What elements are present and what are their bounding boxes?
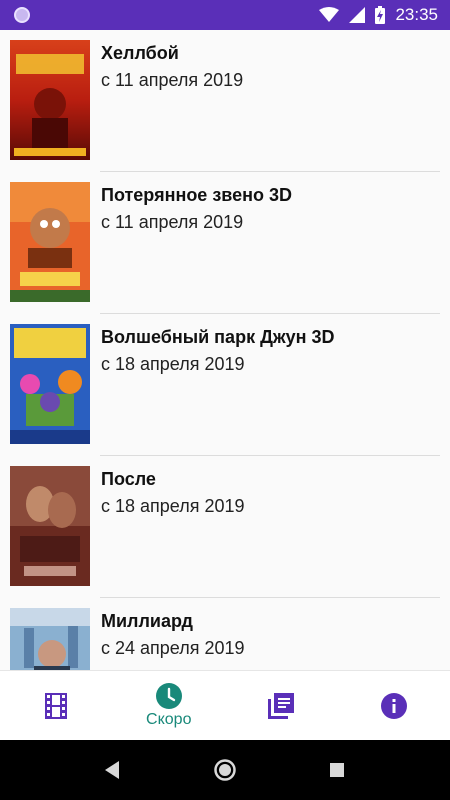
movie-item[interactable]: Хеллбой с 11 апреля 2019 xyxy=(0,30,450,172)
nav-item-info[interactable] xyxy=(338,671,450,740)
film-icon xyxy=(45,692,68,719)
movie-title: Миллиард xyxy=(101,611,193,631)
bottom-navigation: Скоро xyxy=(0,670,450,740)
movie-title: После xyxy=(101,469,156,489)
nav-item-news[interactable] xyxy=(225,671,338,740)
movie-item[interactable]: Волшебный парк Джун 3D с 18 апреля 2019 xyxy=(0,314,450,456)
movie-release-date: с 24 апреля 2019 xyxy=(101,638,245,658)
nav-item-films[interactable] xyxy=(0,671,113,740)
movie-poster xyxy=(10,608,90,670)
movie-poster xyxy=(10,40,90,160)
battery-charging-icon xyxy=(375,6,386,24)
movie-release-date: с 11 апреля 2019 xyxy=(101,212,244,232)
wifi-icon xyxy=(319,7,340,23)
recents-icon xyxy=(329,762,345,778)
home-button[interactable] xyxy=(195,740,255,800)
status-bar: 23:35 xyxy=(0,0,450,30)
movie-title: Потерянное звено 3D xyxy=(101,185,292,205)
movie-release-date: с 11 апреля 2019 xyxy=(101,70,244,90)
movie-poster xyxy=(10,324,90,444)
movie-release-date: с 18 апреля 2019 xyxy=(101,354,245,374)
movie-title: Волшебный парк Джун 3D xyxy=(101,327,335,347)
back-button[interactable] xyxy=(82,740,142,800)
movie-release-date: с 18 апреля 2019 xyxy=(101,496,245,516)
movie-title: Хеллбой xyxy=(101,43,179,63)
app-notification-icon xyxy=(14,7,30,23)
movie-item[interactable]: Потерянное звено 3D с 11 апреля 2019 xyxy=(0,172,450,314)
movie-list[interactable]: Хеллбой с 11 апреля 2019 Потерянное звен… xyxy=(0,30,450,670)
movie-poster xyxy=(10,182,90,302)
library-icon xyxy=(268,692,295,719)
movie-poster xyxy=(10,466,90,586)
info-icon xyxy=(380,692,407,719)
system-navigation-bar xyxy=(0,740,450,800)
recents-button[interactable] xyxy=(307,740,367,800)
nav-label-soon: Скоро xyxy=(146,710,192,728)
signal-icon xyxy=(349,7,366,23)
nav-item-soon[interactable]: Скоро xyxy=(113,671,226,740)
home-icon xyxy=(213,758,237,782)
screen: 23:35 Хеллбой с 11 апреля 2019 Потерянно… xyxy=(0,0,450,800)
movie-item[interactable]: Миллиард с 24 апреля 2019 xyxy=(0,598,450,670)
status-icons: 23:35 xyxy=(319,0,438,30)
movie-item[interactable]: После с 18 апреля 2019 xyxy=(0,456,450,598)
clock-time: 23:35 xyxy=(395,5,438,24)
back-icon xyxy=(103,760,121,780)
clock-icon xyxy=(155,682,182,709)
